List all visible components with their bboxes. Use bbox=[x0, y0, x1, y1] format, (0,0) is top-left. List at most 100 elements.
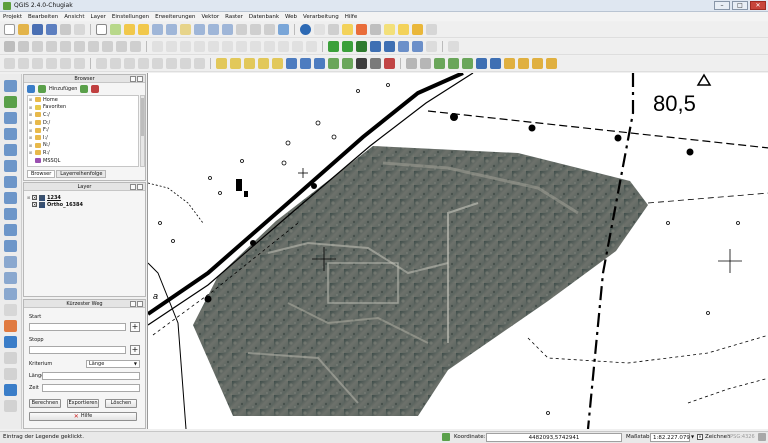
composer-manager-icon[interactable] bbox=[74, 24, 85, 35]
add-part-icon[interactable] bbox=[208, 41, 219, 52]
python-console-icon[interactable] bbox=[328, 41, 339, 52]
layer-row-ortho[interactable]: ✕ Ortho_16384 bbox=[24, 201, 145, 208]
menu-vektor[interactable]: Vektor bbox=[201, 14, 219, 20]
copy-features-icon[interactable] bbox=[116, 41, 127, 52]
start-point-field[interactable] bbox=[29, 323, 126, 331]
zoom-last-icon[interactable] bbox=[208, 24, 219, 35]
statistics-icon[interactable] bbox=[434, 58, 445, 69]
add-wms-icon[interactable] bbox=[216, 58, 227, 69]
zoom-to-layer-icon[interactable] bbox=[194, 24, 205, 35]
add-raster-layer-icon[interactable] bbox=[4, 96, 17, 108]
close-panel-icon[interactable] bbox=[137, 76, 143, 82]
save-project-icon[interactable] bbox=[32, 24, 43, 35]
start-pick-button[interactable]: + bbox=[130, 322, 140, 332]
change-label-icon[interactable] bbox=[74, 58, 85, 69]
gps-icon[interactable] bbox=[370, 58, 381, 69]
new-gpx-layer-icon[interactable] bbox=[4, 288, 17, 300]
show-bookmarks-icon[interactable] bbox=[264, 24, 275, 35]
select-features-icon[interactable] bbox=[328, 24, 339, 35]
tree-item-d[interactable]: ⊞ D:/ bbox=[28, 119, 138, 127]
paste-features-icon[interactable] bbox=[130, 41, 141, 52]
zoom-full-icon[interactable] bbox=[166, 24, 177, 35]
add-selected-icon[interactable] bbox=[38, 84, 46, 93]
measure-line-icon[interactable] bbox=[124, 58, 135, 69]
layer-visibility-checkbox[interactable]: ✕ bbox=[32, 195, 37, 200]
refresh-icon[interactable] bbox=[278, 24, 289, 35]
circle-icon[interactable] bbox=[166, 58, 177, 69]
add-wcs-layer-icon[interactable] bbox=[4, 192, 17, 204]
profile-icon[interactable] bbox=[462, 58, 473, 69]
crs-status[interactable]: EPSG:4326 bbox=[727, 433, 755, 442]
add-oracle-layer-icon[interactable] bbox=[4, 160, 17, 172]
add-wcs-icon[interactable] bbox=[244, 58, 255, 69]
stop-point-field[interactable] bbox=[29, 346, 126, 354]
menu-datenbank[interactable]: Datenbank bbox=[249, 14, 279, 20]
web-icon[interactable] bbox=[4, 384, 17, 396]
map-tips-icon[interactable] bbox=[384, 24, 395, 35]
add-vector-icon[interactable] bbox=[258, 58, 269, 69]
toggle-editing-icon[interactable] bbox=[18, 41, 29, 52]
measure-area-icon[interactable] bbox=[138, 58, 149, 69]
menu-layer[interactable]: Layer bbox=[91, 14, 106, 20]
add-postgis-layer-icon[interactable] bbox=[4, 112, 17, 124]
layer-visibility-checkbox[interactable]: ✕ bbox=[32, 202, 37, 207]
save-edits-icon[interactable] bbox=[32, 41, 43, 52]
collapse-all-icon[interactable] bbox=[91, 84, 100, 93]
close-panel-icon[interactable] bbox=[137, 184, 143, 190]
road-graph-icon[interactable] bbox=[412, 41, 423, 52]
add-virtual-layer-icon[interactable] bbox=[4, 240, 17, 252]
fill-ring-icon[interactable] bbox=[222, 41, 233, 52]
new-map-view-icon[interactable] bbox=[236, 24, 247, 35]
new-spatialite-layer-icon[interactable] bbox=[4, 272, 17, 284]
identify-icon[interactable] bbox=[300, 24, 311, 35]
merge-features-icon[interactable] bbox=[292, 41, 303, 52]
save-as-icon[interactable] bbox=[46, 24, 57, 35]
filter-icon[interactable] bbox=[80, 84, 89, 93]
tab-browser[interactable]: Browser bbox=[27, 170, 56, 178]
map-rotate-icon[interactable] bbox=[420, 58, 431, 69]
print-composer-icon[interactable] bbox=[60, 24, 71, 35]
measure-icon[interactable] bbox=[370, 24, 381, 35]
time-field[interactable] bbox=[42, 384, 140, 392]
globe-icon[interactable] bbox=[4, 336, 17, 348]
scale-field[interactable]: 1:82.227.079 bbox=[650, 433, 690, 442]
increase-contrast-icon[interactable] bbox=[532, 58, 543, 69]
processing-toolbox-icon[interactable] bbox=[342, 41, 353, 52]
help-button[interactable]: ✕ Hilfe bbox=[29, 412, 137, 421]
add-wms-layer-icon[interactable] bbox=[4, 176, 17, 188]
node-tool-icon[interactable] bbox=[74, 41, 85, 52]
label-tool-icon[interactable] bbox=[4, 58, 15, 69]
menu-erweiterungen[interactable]: Erweiterungen bbox=[155, 14, 195, 20]
vector-tool-icon[interactable] bbox=[4, 368, 17, 380]
pan-to-selection-icon[interactable] bbox=[110, 24, 121, 35]
criterion-select[interactable]: Länge ▼ bbox=[86, 360, 140, 368]
menu-einstellungen[interactable]: Einstellungen bbox=[112, 14, 149, 20]
float-panel-icon[interactable] bbox=[130, 184, 136, 190]
maximize-button[interactable]: □ bbox=[732, 1, 748, 10]
decrease-contrast-icon[interactable] bbox=[546, 58, 557, 69]
tree-item-f[interactable]: ⊞ F:/ bbox=[28, 126, 138, 134]
new-bookmark-icon[interactable] bbox=[398, 24, 409, 35]
add-delimited-icon[interactable] bbox=[328, 58, 339, 69]
plugin-icon[interactable] bbox=[4, 320, 17, 332]
export-button[interactable]: Exportieren bbox=[67, 399, 99, 408]
simplify-icon[interactable] bbox=[180, 41, 191, 52]
database-icon[interactable] bbox=[4, 400, 17, 412]
edit-pencil-icon[interactable] bbox=[4, 41, 15, 52]
interpolation-icon[interactable] bbox=[398, 41, 409, 52]
new-project-icon[interactable] bbox=[4, 24, 15, 35]
float-panel-icon[interactable] bbox=[130, 301, 136, 307]
move-feature-icon[interactable] bbox=[60, 41, 71, 52]
tree-item-favorites[interactable]: ⊞ Favoriten bbox=[28, 104, 138, 112]
zoom-native-icon[interactable] bbox=[152, 24, 163, 35]
rotate-label-icon[interactable] bbox=[306, 41, 317, 52]
tree-item-i[interactable]: ⊞ I:/ bbox=[28, 134, 138, 142]
delete-ring-icon[interactable] bbox=[236, 41, 247, 52]
layer-row-1234[interactable]: ⊞ ✕ 1234 bbox=[24, 194, 145, 201]
increase-brightness-icon[interactable] bbox=[504, 58, 515, 69]
add-ring-icon[interactable] bbox=[194, 41, 205, 52]
rotate-icon[interactable] bbox=[406, 58, 417, 69]
remove-layer-icon[interactable] bbox=[4, 304, 17, 316]
delete-button[interactable]: Löschen bbox=[105, 399, 137, 408]
add-mssql-icon[interactable] bbox=[314, 58, 325, 69]
